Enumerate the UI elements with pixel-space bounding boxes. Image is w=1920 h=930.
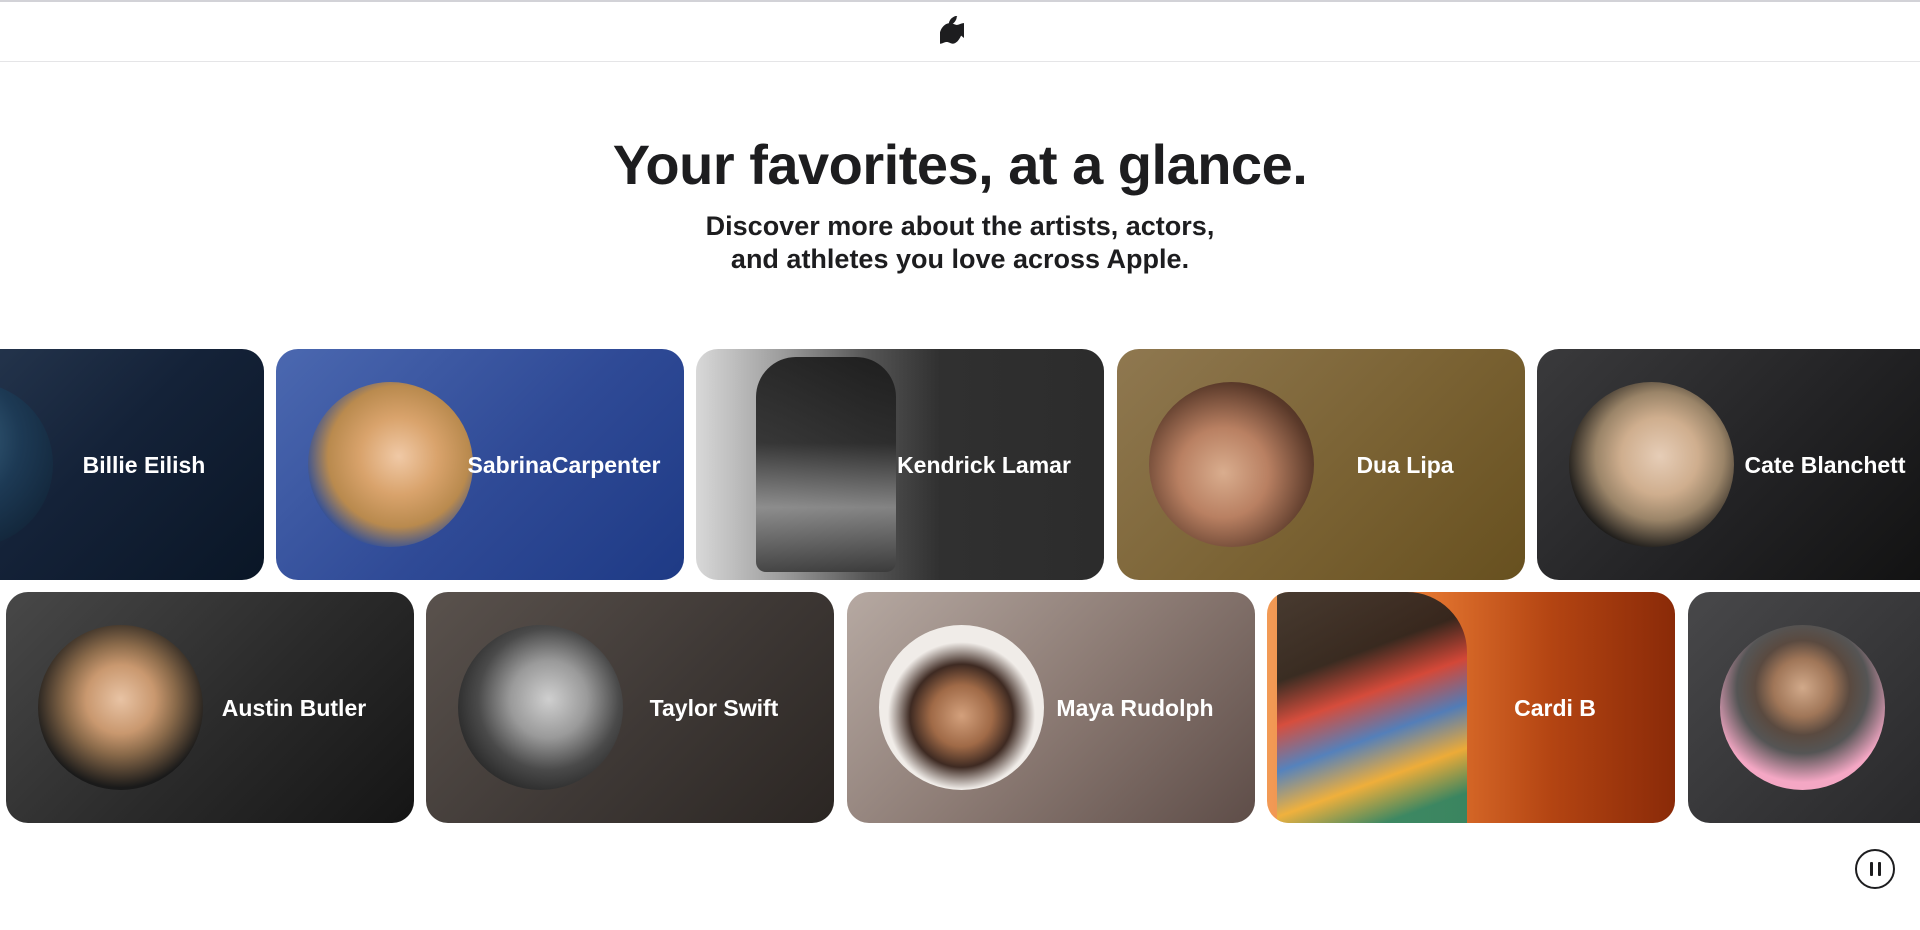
card-name: Cate Blanchett: [1744, 451, 1906, 478]
pause-icon: [1869, 862, 1873, 876]
card-name: Maya Rudolph: [1056, 694, 1214, 721]
card-lionel-messi[interactable]: [1688, 592, 1920, 823]
global-nav: [0, 2, 1920, 62]
favorites-row-2: Austin Butler Taylor Swift Maya Rudolph …: [0, 592, 1920, 823]
avatar-maya-rudolph: [879, 625, 1044, 790]
card-name: [1886, 592, 1920, 823]
card-cate-blanchett[interactable]: Cate Blanchett: [1537, 349, 1920, 580]
pause-icon: [1877, 862, 1881, 876]
avatar-billie-eilish: [0, 382, 53, 547]
card-name: Billie Eilish: [82, 451, 206, 478]
card-cardi-b[interactable]: Cardi B: [1267, 592, 1675, 823]
avatar-dua-lipa: [1149, 382, 1314, 547]
avatar-austin-butler: [38, 625, 203, 790]
card-taylor-swift[interactable]: Taylor Swift: [426, 592, 834, 823]
hero-subtitle-line2: and athletes you love across Apple.: [730, 244, 1190, 274]
pause-button[interactable]: [1855, 849, 1895, 889]
hero-title: Your favorites, at a glance.: [612, 133, 1308, 196]
card-dua-lipa[interactable]: Dua Lipa: [1117, 349, 1525, 580]
card-name: Sabrina Carpenter: [467, 451, 661, 478]
avatar-lionel-messi: [1720, 625, 1885, 790]
card-name: Dua Lipa: [1356, 451, 1454, 478]
card-maya-rudolph[interactable]: Maya Rudolph: [847, 592, 1255, 823]
card-billie-eilish[interactable]: Billie Eilish: [0, 349, 264, 580]
card-name: Austin Butler: [221, 694, 367, 721]
card-name: Kendrick Lamar: [897, 451, 1071, 478]
card-kendrick-lamar[interactable]: Kendrick Lamar: [696, 349, 1104, 580]
card-austin-butler[interactable]: Austin Butler: [6, 592, 414, 823]
card-name: Cardi B: [1514, 694, 1596, 721]
photo-kendrick-lamar: [756, 357, 896, 572]
card-sabrina-carpenter[interactable]: Sabrina Carpenter: [276, 349, 684, 580]
favorites-row-1: Billie Eilish Sabrina Carpenter Kendrick…: [0, 349, 1920, 580]
card-name: Taylor Swift: [649, 694, 779, 721]
avatar-taylor-swift: [458, 625, 623, 790]
avatar-sabrina-carpenter: [308, 382, 473, 547]
avatar-cate-blanchett: [1569, 382, 1734, 547]
hero-subtitle-line1: Discover more about the artists, actors,: [705, 211, 1215, 241]
apple-logo-icon[interactable]: [940, 16, 964, 44]
photo-cardi-b: [1277, 592, 1467, 823]
hero-subtitle: Discover more about the artists, actors,…: [0, 210, 1920, 276]
